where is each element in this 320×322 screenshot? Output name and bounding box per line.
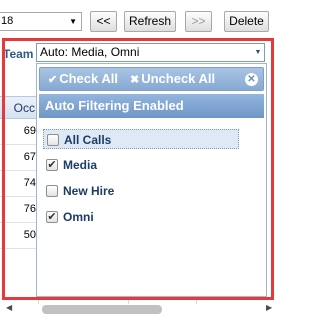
checkbox[interactable]: ✔: [46, 159, 58, 171]
list-item-label: Media: [63, 158, 98, 172]
dropdown-header: Auto Filtering Enabled: [39, 94, 264, 118]
check-icon: ✔: [48, 74, 58, 86]
refresh-button[interactable]: Refresh: [124, 11, 176, 32]
table-cell: 67: [0, 145, 38, 171]
close-icon[interactable]: ✕: [245, 73, 258, 86]
check-all-button[interactable]: ✔ Check All: [48, 71, 118, 88]
dropdown-toolbar: ✔ Check All ✖ Uncheck All ✕: [39, 67, 264, 91]
chevron-down-icon: ▼: [69, 17, 77, 26]
checkbox[interactable]: [47, 134, 59, 146]
list-item-new-hire[interactable]: New Hire: [43, 181, 239, 201]
delete-button[interactable]: Delete: [224, 11, 269, 32]
table-cell: 76: [0, 197, 38, 223]
table-cell: 74: [0, 171, 38, 197]
list-item-label: Omni: [63, 210, 94, 224]
x-icon: ✖: [130, 74, 140, 86]
list-item-label: All Calls: [64, 133, 112, 147]
table-cell: 69: [0, 119, 38, 145]
chevron-down-icon[interactable]: ▼: [252, 44, 264, 61]
team-label: Team: [3, 47, 34, 61]
team-filter-dropdown: ✔ Check All ✖ Uncheck All ✕ Auto Filtering…: [36, 63, 267, 297]
occ-header-label: Occ: [13, 101, 35, 115]
occ-column-header[interactable]: Occ: [0, 96, 38, 119]
range-select-value: 18: [1, 15, 14, 27]
list-item-media[interactable]: ✔ Media: [43, 155, 239, 175]
uncheck-all-button[interactable]: ✖ Uncheck All: [130, 71, 215, 88]
next-button[interactable]: >>: [185, 11, 212, 32]
scroll-right-icon[interactable]: ▶: [266, 303, 272, 312]
horizontal-scrollbar[interactable]: [42, 305, 162, 314]
checkbox[interactable]: ✔: [46, 211, 58, 223]
team-combobox-value: Auto: Media, Omni: [40, 45, 140, 59]
team-combobox[interactable]: Auto: Media, Omni ▼: [36, 43, 265, 62]
scroll-left-icon[interactable]: ◀: [6, 303, 12, 312]
range-select[interactable]: 18 ▼: [0, 12, 82, 31]
list-item-omni[interactable]: ✔ Omni: [43, 207, 239, 227]
table-cell: 50: [0, 223, 38, 249]
list-item-label: New Hire: [63, 184, 115, 198]
list-item-all-calls[interactable]: All Calls: [43, 129, 239, 149]
prev-button[interactable]: <<: [90, 11, 117, 32]
checkbox[interactable]: [46, 185, 58, 197]
